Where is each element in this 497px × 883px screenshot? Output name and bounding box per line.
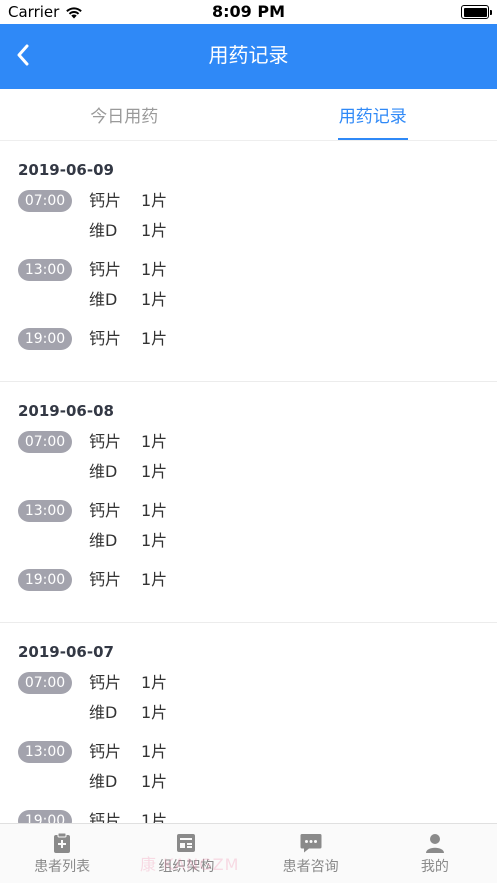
medication-row: 钙片 1片 [89, 327, 167, 357]
segment-tabs: 今日用药 用药记录 [0, 89, 497, 141]
tab-label: 今日用药 [90, 107, 159, 127]
medication-dose: 1片 [141, 432, 168, 451]
medication-row: 钙片 1片 [89, 430, 167, 460]
medication-name: 钙片 [89, 501, 122, 520]
time-slot: 19:00 钙片 1片 [18, 327, 479, 357]
time-slot: 13:00 钙片 1片 维D 1片 [18, 499, 479, 559]
tab-organization[interactable]: 组织架构 [124, 824, 248, 883]
records-list[interactable]: 2019-06-09 07:00 钙片 1片 维D 1片 13:00 钙片 1片 维D… [0, 141, 497, 823]
time-badge: 19:00 [18, 810, 72, 823]
time-badge: 19:00 [18, 569, 72, 591]
medication-name: 钙片 [89, 673, 122, 692]
time-slot: 07:00 钙片 1片 维D 1片 [18, 430, 479, 490]
medication-name: 钙片 [89, 742, 122, 761]
medication-row: 钙片 1片 [89, 189, 167, 219]
tab-medication-records[interactable]: 用药记录 [249, 89, 497, 140]
tab-item-label: 患者咨询 [282, 859, 339, 875]
medication-name: 维D [89, 703, 118, 722]
org-card-icon [175, 832, 197, 854]
tab-label: 用药记录 [338, 107, 407, 127]
tab-patient-list[interactable]: 患者列表 [0, 824, 124, 883]
day-record: 2019-06-07 07:00 钙片 1片 维D 1片 13:00 钙片 1片 维D… [0, 623, 497, 823]
tab-today-medication[interactable]: 今日用药 [0, 89, 249, 140]
medication-row: 维D 1片 [89, 219, 167, 249]
medication-dose: 1片 [141, 260, 168, 279]
medication-row: 维D 1片 [89, 529, 167, 559]
medication-name: 维D [89, 290, 118, 309]
time-slot: 13:00 钙片 1片 维D 1片 [18, 740, 479, 800]
time-badge: 07:00 [18, 672, 72, 694]
record-date: 2019-06-07 [18, 643, 114, 661]
medication-row: 钙片 1片 [89, 499, 167, 529]
medication-dose: 1片 [141, 191, 168, 210]
medication-dose: 1片 [141, 462, 168, 481]
medication-row: 维D 1片 [89, 288, 167, 318]
time-badge: 07:00 [18, 190, 72, 212]
medication-dose: 1片 [141, 772, 168, 791]
time-badge: 13:00 [18, 500, 72, 522]
user-icon [424, 832, 446, 854]
time-slot: 19:00 钙片 1片 [18, 568, 479, 598]
medication-dose: 1片 [141, 673, 168, 692]
tab-item-label: 患者列表 [34, 859, 91, 875]
medication-dose: 1片 [141, 742, 168, 761]
medication-dose: 1片 [141, 531, 168, 550]
status-bar: Carrier 8:09 PM [0, 0, 497, 24]
medication-row: 维D 1片 [89, 701, 167, 731]
time-badge: 07:00 [18, 431, 72, 453]
medication-name: 维D [89, 462, 118, 481]
medication-row: 钙片 1片 [89, 809, 167, 823]
time-slot: 13:00 钙片 1片 维D 1片 [18, 258, 479, 318]
medication-dose: 1片 [141, 329, 168, 348]
medication-dose: 1片 [141, 501, 168, 520]
medication-name: 钙片 [89, 432, 122, 451]
tab-item-label: 我的 [420, 859, 449, 875]
day-record: 2019-06-09 07:00 钙片 1片 维D 1片 13:00 钙片 1片 维D… [0, 141, 497, 382]
day-record: 2019-06-08 07:00 钙片 1片 维D 1片 13:00 钙片 1片 维D… [0, 382, 497, 623]
medication-row: 维D 1片 [89, 460, 167, 490]
chat-icon [300, 832, 322, 854]
medication-row: 钙片 1片 [89, 258, 167, 288]
medication-name: 钙片 [89, 811, 122, 823]
battery-icon [461, 5, 492, 19]
bottom-tab-bar: 患者列表 组织架构 患者咨询 我的 康 KANGZM [0, 823, 497, 883]
time-badge: 13:00 [18, 741, 72, 763]
time-slot: 19:00 钙片 1片 [18, 809, 479, 823]
page-title: 用药记录 [208, 43, 289, 67]
tab-patient-consult[interactable]: 患者咨询 [249, 824, 373, 883]
tab-mine[interactable]: 我的 [373, 824, 497, 883]
medication-name: 钙片 [89, 260, 122, 279]
medication-row: 维D 1片 [89, 770, 167, 800]
medication-row: 钙片 1片 [89, 568, 167, 598]
clipboard-icon [51, 832, 73, 854]
medication-name: 钙片 [89, 191, 122, 210]
clock: 8:09 PM [211, 2, 285, 21]
record-date: 2019-06-09 [18, 161, 114, 179]
medication-name: 维D [89, 531, 118, 550]
medication-dose: 1片 [141, 570, 168, 589]
medication-name: 维D [89, 221, 118, 240]
medication-dose: 1片 [141, 290, 168, 309]
time-badge: 19:00 [18, 328, 72, 350]
medication-name: 钙片 [89, 570, 122, 589]
medication-dose: 1片 [141, 703, 168, 722]
time-slot: 07:00 钙片 1片 维D 1片 [18, 671, 479, 731]
medication-row: 钙片 1片 [89, 671, 167, 701]
record-date: 2019-06-08 [18, 402, 114, 420]
medication-row: 钙片 1片 [89, 740, 167, 770]
tab-item-label: 组织架构 [158, 859, 215, 875]
medication-name: 维D [89, 772, 118, 791]
medication-dose: 1片 [141, 221, 168, 240]
time-slot: 07:00 钙片 1片 维D 1片 [18, 189, 479, 249]
nav-bar: 用药记录 [0, 24, 497, 89]
medication-name: 钙片 [89, 329, 122, 348]
medication-dose: 1片 [141, 811, 168, 823]
time-badge: 13:00 [18, 259, 72, 281]
